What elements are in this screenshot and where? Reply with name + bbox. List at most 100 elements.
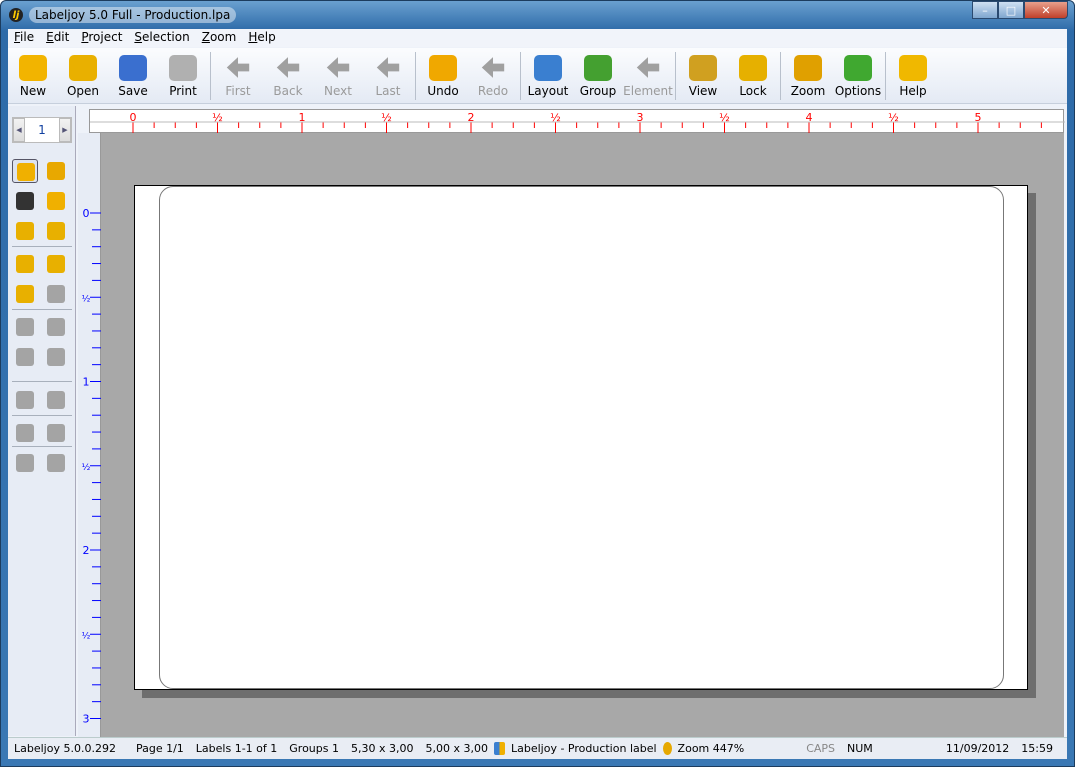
ruler-label: 3 (637, 111, 644, 124)
save-button[interactable]: Save (108, 50, 158, 102)
status-caps: CAPS (806, 742, 836, 755)
window: lj Labeljoy 5.0 Full - Production.lpa – … (0, 0, 1075, 767)
status-labels: Labels 1-1 of 1 (195, 742, 278, 755)
maximize-button[interactable]: □ (998, 1, 1024, 19)
next-button[interactable]: Next (313, 50, 363, 102)
menu-label: Zoom (201, 30, 237, 44)
design-canvas[interactable] (101, 133, 1064, 739)
ruler-label: 1 (299, 111, 306, 124)
page-stepper[interactable]: ◀ 1 ▶ (12, 117, 72, 143)
text-box-tool[interactable] (12, 219, 38, 243)
element-button[interactable]: Element (623, 50, 673, 102)
menu-label: File (14, 30, 35, 44)
status-zoom: Zoom 447% (677, 742, 745, 755)
cut-tool[interactable] (12, 315, 38, 339)
ruler-label: 3 (83, 713, 90, 726)
layout-icon (493, 742, 505, 755)
group-icon (584, 54, 612, 81)
swap-tool[interactable] (43, 421, 69, 445)
back-button[interactable]: Back (263, 50, 313, 102)
page-number[interactable]: 1 (38, 123, 46, 137)
next-icon (326, 57, 350, 78)
copy-icon (47, 318, 65, 336)
new-icon (19, 54, 47, 81)
status-bar: Labeljoy 5.0.0.292 Page 1/1 Labels 1-1 o… (8, 737, 1067, 759)
app-logo-icon: lj (9, 8, 23, 22)
close-button[interactable]: ✕ (1024, 1, 1068, 19)
new-button[interactable]: New (8, 50, 58, 102)
center-tool[interactable] (12, 451, 38, 475)
open-icon (69, 54, 97, 81)
send-back-tool[interactable] (43, 388, 69, 412)
database-tool[interactable] (12, 282, 38, 306)
label-page[interactable] (134, 185, 1028, 690)
element-icon (47, 285, 65, 303)
toolbox-separator (12, 446, 72, 447)
barcode-icon (47, 162, 65, 180)
help-button[interactable]: Help (888, 50, 938, 102)
bring-front-tool[interactable] (12, 388, 38, 412)
zoom-button[interactable]: Zoom (783, 50, 833, 102)
barcode-tool[interactable] (43, 159, 69, 183)
toolbox-separator (12, 246, 72, 247)
menu-selection[interactable]: Selection (128, 29, 195, 47)
menu-label: Selection (134, 30, 190, 44)
status-time: 15:59 (1021, 742, 1053, 755)
first-button[interactable]: First (213, 50, 263, 102)
menu-help[interactable]: Help (242, 29, 281, 47)
rotate-tool[interactable] (43, 451, 69, 475)
text-tool[interactable] (12, 189, 38, 213)
shape-tool[interactable] (43, 189, 69, 213)
status-groups: Groups 1 (289, 742, 339, 755)
first-icon (226, 57, 250, 78)
minimize-button[interactable]: – (972, 1, 998, 19)
main-toolbar: New Open Save Print First Back Next Last Undo Red… (8, 48, 1067, 104)
menu-file[interactable]: File (8, 29, 40, 47)
align-tool[interactable] (12, 421, 38, 445)
layout-tool[interactable] (12, 252, 38, 276)
prev-page-button[interactable]: ◀ (13, 118, 25, 142)
send-back-icon (47, 391, 65, 409)
element-icon (636, 57, 660, 78)
open-button[interactable]: Open (58, 50, 108, 102)
toolbar-separator (210, 51, 211, 100)
menu-zoom[interactable]: Zoom (196, 29, 243, 47)
group-button[interactable]: Group (573, 50, 623, 102)
paste-special-tool[interactable] (43, 345, 69, 369)
paste-tool[interactable] (12, 345, 38, 369)
lock-button[interactable]: Lock (728, 50, 778, 102)
element-tool[interactable] (43, 282, 69, 306)
last-button[interactable]: Last (363, 50, 413, 102)
eye-icon (689, 54, 717, 81)
copy-tool[interactable] (43, 315, 69, 339)
save-icon (119, 54, 147, 81)
options-button[interactable]: Options (833, 50, 883, 102)
image-tool[interactable] (43, 219, 69, 243)
redo-button[interactable]: Redo (468, 50, 518, 102)
view-button[interactable]: View (678, 50, 728, 102)
print-button[interactable]: Print (158, 50, 208, 102)
status-size-2: 5,00 x 3,00 (425, 742, 488, 755)
undo-button[interactable]: Undo (418, 50, 468, 102)
layout-button[interactable]: Layout (523, 50, 573, 102)
shape-icon (47, 192, 65, 210)
toolbox-separator (12, 381, 72, 382)
status-size-1: 5,30 x 3,00 (350, 742, 414, 755)
next-page-button[interactable]: ▶ (58, 118, 71, 142)
select-tool[interactable] (12, 159, 38, 183)
tool-palette: ◀ 1 ▶ (8, 106, 76, 736)
paste-special-icon (47, 348, 65, 366)
toolbar-separator (415, 51, 416, 100)
ruler-label: 0 (130, 111, 137, 124)
ruler-label: ½ (82, 463, 91, 473)
group-tool[interactable] (43, 252, 69, 276)
label-area[interactable] (159, 186, 1004, 689)
ruler-label: ½ (212, 111, 223, 124)
check-icon (844, 54, 872, 81)
title-bar: lj Labeljoy 5.0 Full - Production.lpa (9, 5, 237, 25)
bring-front-icon (16, 391, 34, 409)
menu-edit[interactable]: Edit (40, 29, 75, 47)
status-version: Labeljoy 5.0.0.292 (14, 742, 116, 755)
menu-project[interactable]: Project (75, 29, 128, 47)
vertical-ruler: 0 ½ 1 ½ 2 ½ 3 (78, 133, 101, 739)
